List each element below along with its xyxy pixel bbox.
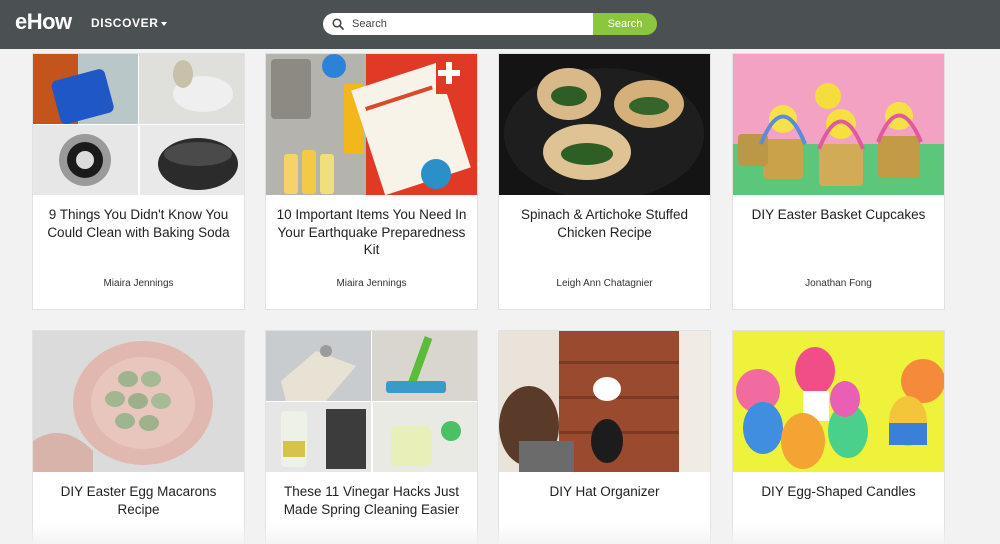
article-image[interactable] xyxy=(266,331,477,472)
article-author: Jonathan Fong xyxy=(805,278,872,289)
article-title[interactable]: These 11 Vinegar Hacks Just Made Spring … xyxy=(266,483,477,518)
article-title[interactable]: 9 Things You Didn't Know You Could Clean… xyxy=(33,206,244,241)
article-grid: 9 Things You Didn't Know You Could Clean… xyxy=(0,0,1000,544)
article-image[interactable] xyxy=(266,54,477,195)
top-nav-bar: eHow DISCOVER Search xyxy=(0,0,1000,49)
article-card[interactable]: DIY Easter Basket Cupcakes Jonathan Fong xyxy=(732,53,945,310)
search-input[interactable] xyxy=(352,18,572,30)
article-author: Miaira Jennings xyxy=(103,278,174,289)
discover-menu[interactable]: DISCOVER xyxy=(91,16,168,30)
bottom-fade xyxy=(0,524,1000,544)
search-button[interactable]: Search xyxy=(593,13,657,35)
article-card[interactable]: 10 Important Items You Need In Your Eart… xyxy=(265,53,478,310)
article-card[interactable]: DIY Hat Organizer xyxy=(498,330,711,544)
article-card[interactable]: These 11 Vinegar Hacks Just Made Spring … xyxy=(265,330,478,544)
article-card[interactable]: 9 Things You Didn't Know You Could Clean… xyxy=(32,53,245,310)
article-title[interactable]: DIY Hat Organizer xyxy=(499,483,710,501)
article-title[interactable]: DIY Egg-Shaped Candles xyxy=(733,483,944,501)
article-card[interactable]: DIY Egg-Shaped Candles xyxy=(732,330,945,544)
article-title[interactable]: DIY Easter Egg Macarons Recipe xyxy=(33,483,244,518)
ehow-logo[interactable]: eHow xyxy=(15,9,72,35)
article-author: Leigh Ann Chatagnier xyxy=(556,278,653,289)
search-bar: Search xyxy=(323,13,657,35)
article-image[interactable] xyxy=(33,331,244,472)
article-title[interactable]: DIY Easter Basket Cupcakes xyxy=(733,206,944,224)
article-author: Miaira Jennings xyxy=(336,278,407,289)
discover-label: DISCOVER xyxy=(91,16,159,30)
article-title[interactable]: Spinach & Artichoke Stuffed Chicken Reci… xyxy=(499,206,710,241)
caret-down-icon xyxy=(161,21,168,26)
article-title[interactable]: 10 Important Items You Need In Your Eart… xyxy=(266,206,477,259)
search-field[interactable] xyxy=(323,13,593,35)
article-card[interactable]: DIY Easter Egg Macarons Recipe xyxy=(32,330,245,544)
article-image[interactable] xyxy=(33,54,244,195)
article-image[interactable] xyxy=(733,54,944,195)
article-image[interactable] xyxy=(499,54,710,195)
article-card[interactable]: Spinach & Artichoke Stuffed Chicken Reci… xyxy=(498,53,711,310)
article-image[interactable] xyxy=(733,331,944,472)
article-image[interactable] xyxy=(499,331,710,472)
search-icon xyxy=(332,18,344,30)
